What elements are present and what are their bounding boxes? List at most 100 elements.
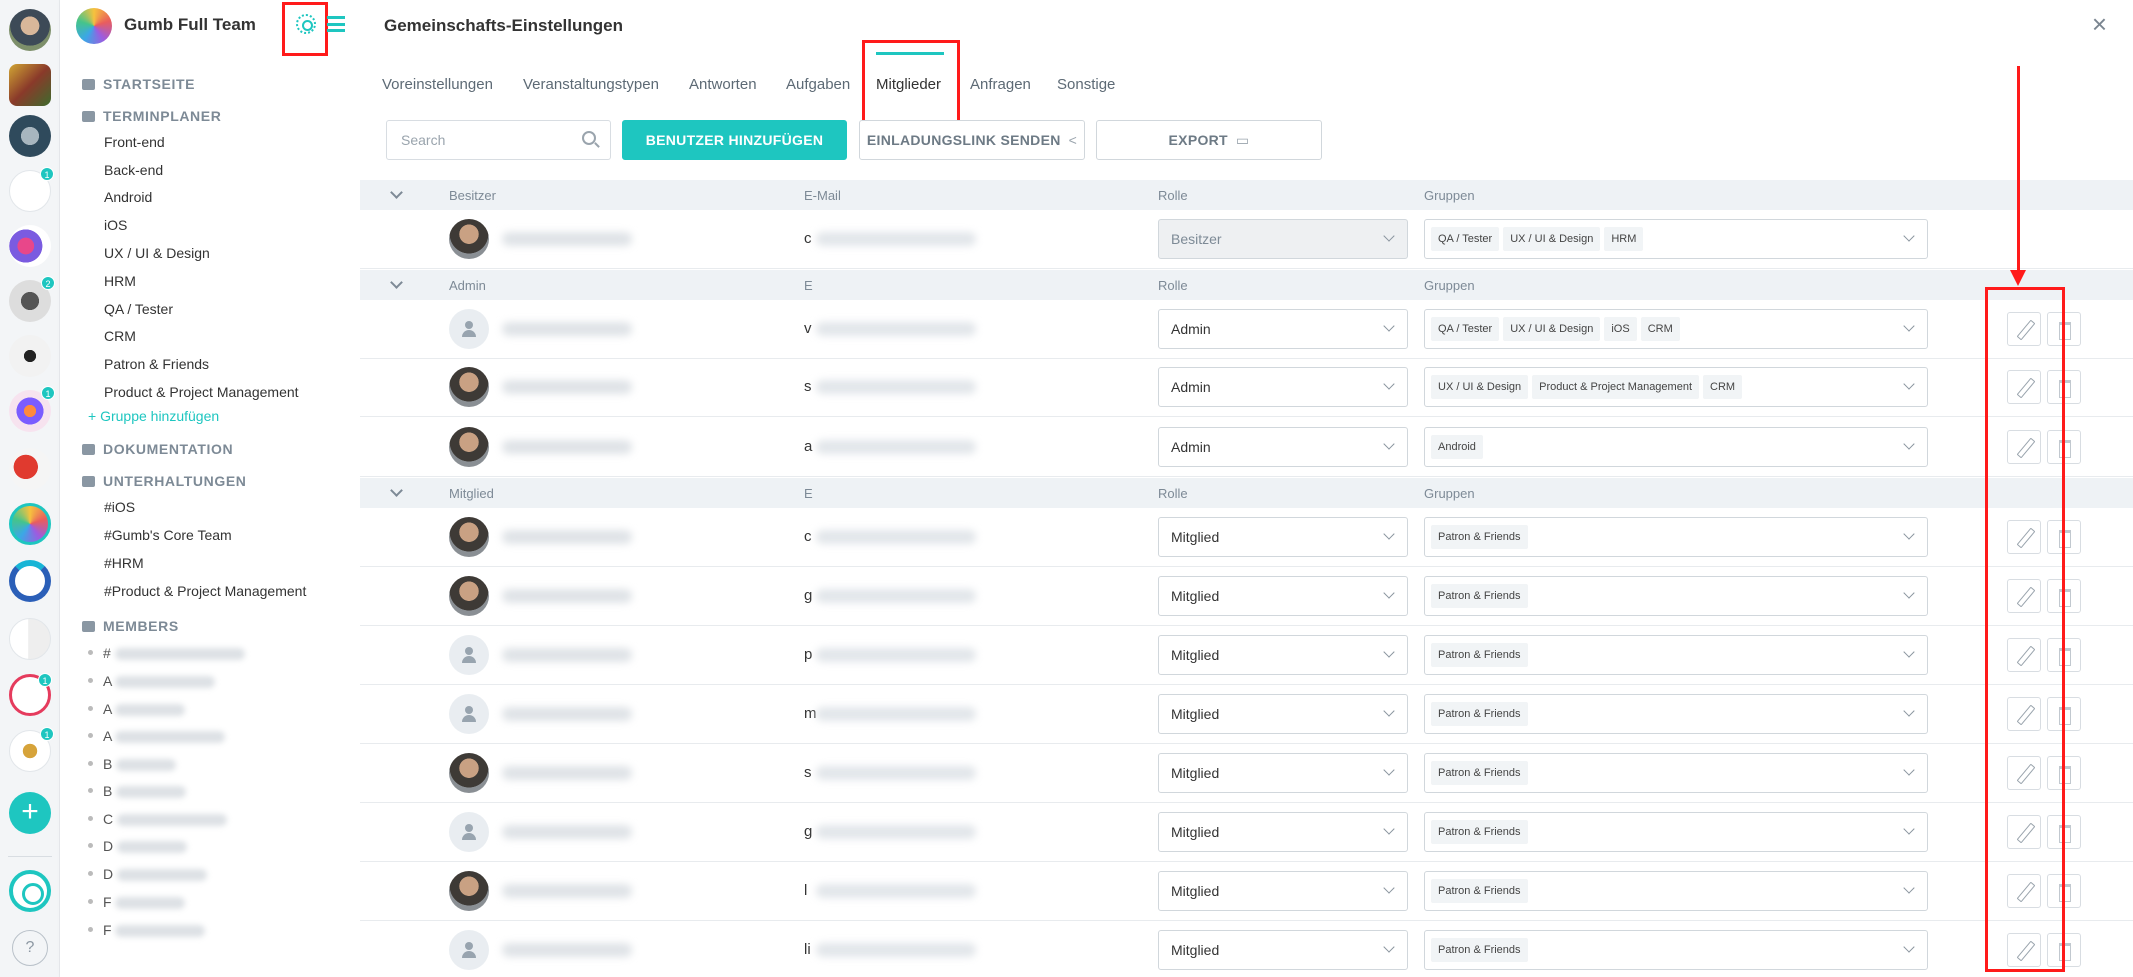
tab-voreinstellungen[interactable]: Voreinstellungen (382, 76, 493, 93)
edit-member-button[interactable] (2007, 874, 2041, 908)
delete-member-button[interactable] (2047, 312, 2081, 346)
groups-select[interactable]: Patron & Friends (1424, 930, 1928, 970)
workspace-avatar[interactable] (9, 560, 51, 602)
member-item[interactable]: D (88, 866, 208, 882)
edit-member-button[interactable] (2007, 370, 2041, 404)
delete-member-button[interactable] (2047, 638, 2081, 672)
groups-select[interactable]: Patron & Friends (1424, 694, 1928, 734)
sidebar-channel[interactable]: #HRM (104, 555, 144, 571)
close-icon[interactable]: × (2092, 11, 2107, 37)
delete-member-button[interactable] (2047, 430, 2081, 464)
nav-members[interactable]: MEMBERS (82, 618, 179, 634)
workspace-avatar[interactable]: 1 (9, 386, 55, 432)
member-item[interactable]: C (88, 811, 228, 827)
role-select[interactable]: Admin (1158, 309, 1408, 349)
groups-select[interactable]: Patron & Friends (1424, 812, 1928, 852)
sidebar-channel[interactable]: #Product & Project Management (104, 583, 306, 599)
send-invite-link-button[interactable]: EINLADUNGSLINK SENDEN < (859, 120, 1085, 160)
tab-aufgaben[interactable]: Aufgaben (786, 76, 850, 93)
sidebar-group[interactable]: Product & Project Management (104, 384, 299, 400)
delete-member-button[interactable] (2047, 933, 2081, 967)
tab-antworten[interactable]: Antworten (689, 76, 757, 93)
nav-documentation[interactable]: DOKUMENTATION (82, 441, 233, 457)
sidebar-group[interactable]: Android (104, 189, 152, 205)
edit-member-button[interactable] (2007, 756, 2041, 790)
delete-member-button[interactable] (2047, 370, 2081, 404)
tab-sonstige[interactable]: Sonstige (1057, 76, 1115, 93)
workspace-avatar[interactable] (9, 115, 51, 157)
delete-member-button[interactable] (2047, 697, 2081, 731)
chevron-down-icon[interactable] (390, 484, 403, 497)
member-item[interactable]: # (88, 645, 245, 661)
workspace-avatar[interactable]: 1 (9, 167, 54, 212)
role-select[interactable]: Mitglied (1158, 930, 1408, 970)
add-group-link[interactable]: + Gruppe hinzufügen (88, 408, 219, 424)
member-item[interactable]: A (88, 728, 226, 744)
add-workspace-button[interactable]: + (9, 792, 51, 834)
workspace-avatar[interactable]: 2 (9, 276, 55, 322)
sidebar-group[interactable]: iOS (104, 217, 127, 233)
tab-veranstaltungstypen[interactable]: Veranstaltungstypen (523, 76, 659, 93)
workspace-avatar[interactable]: 1 (9, 673, 52, 716)
delete-member-button[interactable] (2047, 874, 2081, 908)
help-button[interactable]: ? (12, 930, 48, 966)
member-item[interactable]: F (88, 894, 186, 910)
sidebar-group[interactable]: Back-end (104, 162, 163, 178)
member-item[interactable]: D (88, 838, 188, 854)
member-item[interactable]: B (88, 756, 177, 772)
delete-member-button[interactable] (2047, 815, 2081, 849)
groups-select[interactable]: Patron & Friends (1424, 871, 1928, 911)
workspace-avatar[interactable] (9, 64, 51, 106)
team-name[interactable]: Gumb Full Team (124, 15, 256, 35)
groups-select[interactable]: Patron & Friends (1424, 517, 1928, 557)
sidebar-group[interactable]: UX / UI & Design (104, 245, 210, 261)
edit-member-button[interactable] (2007, 815, 2041, 849)
sidebar-group[interactable]: CRM (104, 328, 136, 344)
workspace-avatar[interactable] (9, 618, 51, 660)
role-select[interactable]: Mitglied (1158, 753, 1408, 793)
sidebar-group[interactable]: Patron & Friends (104, 356, 209, 372)
mode-switch-icon[interactable] (9, 870, 51, 912)
chevron-down-icon[interactable] (390, 186, 403, 199)
chevron-down-icon[interactable] (390, 276, 403, 289)
nav-conversations[interactable]: UNTERHALTUNGEN (82, 473, 246, 489)
role-select[interactable]: Mitglied (1158, 812, 1408, 852)
sidebar-channel[interactable]: #iOS (104, 499, 135, 515)
export-button[interactable]: EXPORT ▭ (1096, 120, 1322, 160)
search-input[interactable] (386, 120, 611, 160)
member-item[interactable]: A (88, 701, 186, 717)
workspace-avatar-active[interactable] (9, 503, 51, 545)
workspace-avatar[interactable] (9, 9, 51, 51)
groups-select[interactable]: Patron & Friends (1424, 576, 1928, 616)
groups-select[interactable]: Android (1424, 427, 1928, 467)
edit-member-button[interactable] (2007, 520, 2041, 554)
member-item[interactable]: A (88, 673, 216, 689)
groups-select[interactable]: QA / Tester UX / UI & Design iOS CRM (1424, 309, 1928, 349)
edit-member-button[interactable] (2007, 638, 2041, 672)
workspace-avatar[interactable] (9, 335, 51, 377)
groups-select[interactable]: Patron & Friends (1424, 635, 1928, 675)
role-select[interactable]: Mitglied (1158, 517, 1408, 557)
groups-select[interactable]: QA / Tester UX / UI & Design HRM (1424, 219, 1928, 259)
role-select[interactable]: Mitglied (1158, 635, 1408, 675)
member-item[interactable]: B (88, 783, 187, 799)
edit-member-button[interactable] (2007, 933, 2041, 967)
search-icon[interactable] (582, 131, 596, 145)
delete-member-button[interactable] (2047, 520, 2081, 554)
gear-icon[interactable] (296, 14, 316, 34)
sidebar-channel[interactable]: #Gumb's Core Team (104, 527, 232, 543)
delete-member-button[interactable] (2047, 579, 2081, 613)
workspace-avatar[interactable] (9, 448, 51, 490)
menu-icon[interactable] (327, 16, 345, 32)
role-select[interactable]: Mitglied (1158, 694, 1408, 734)
edit-member-button[interactable] (2007, 697, 2041, 731)
role-select[interactable]: Mitglied (1158, 576, 1408, 616)
role-select[interactable]: Mitglied (1158, 871, 1408, 911)
groups-select[interactable]: UX / UI & Design Product & Project Manage… (1424, 367, 1928, 407)
edit-member-button[interactable] (2007, 430, 2041, 464)
groups-select[interactable]: Patron & Friends (1424, 753, 1928, 793)
workspace-avatar[interactable] (9, 225, 51, 267)
nav-home[interactable]: STARTSEITE (82, 76, 195, 92)
edit-member-button[interactable] (2007, 312, 2041, 346)
delete-member-button[interactable] (2047, 756, 2081, 790)
